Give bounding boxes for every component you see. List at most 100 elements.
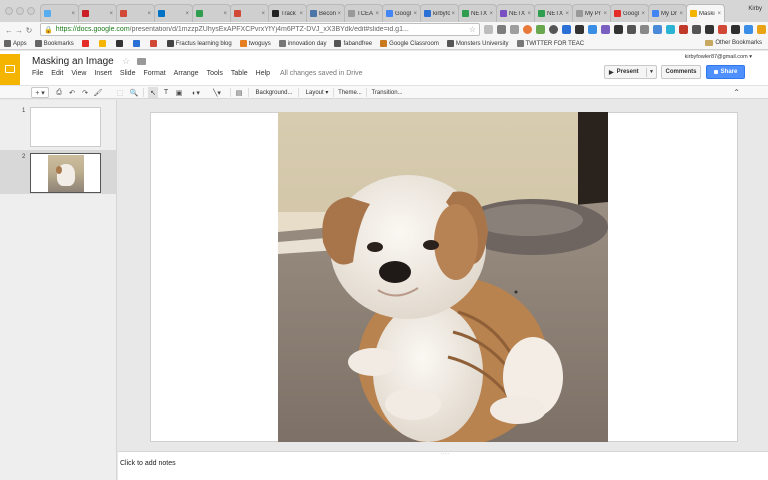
- close-tab-icon[interactable]: ×: [375, 11, 379, 17]
- slide-thumbnail-2[interactable]: 2: [0, 150, 117, 194]
- browser-tab[interactable]: TCEA ×: [344, 4, 383, 22]
- browser-tab[interactable]: ×: [116, 4, 155, 22]
- slide-thumbnail-1[interactable]: 1: [0, 104, 117, 148]
- zoom-window-button[interactable]: [27, 7, 35, 15]
- extension-icon[interactable]: [484, 25, 493, 34]
- menu-help[interactable]: Help: [256, 70, 270, 77]
- extension-icon[interactable]: [497, 25, 506, 34]
- zoom-fit-icon[interactable]: ⬚: [114, 87, 126, 98]
- resize-handle-icon[interactable]: ·····: [441, 451, 449, 457]
- star-icon[interactable]: ☆: [122, 56, 130, 67]
- extension-icon[interactable]: [536, 25, 545, 34]
- extension-icon[interactable]: [757, 25, 766, 34]
- bookmark-item[interactable]: fabandfree: [334, 40, 372, 47]
- address-bar[interactable]: 🔒 https://docs.google.com /presentation/…: [40, 23, 480, 36]
- bookmark-item[interactable]: [98, 40, 108, 47]
- close-tab-icon[interactable]: ×: [261, 11, 265, 17]
- menu-tools[interactable]: Tools: [207, 70, 223, 77]
- paint-format-icon[interactable]: 🖌: [93, 87, 103, 98]
- extension-icon[interactable]: [653, 25, 662, 34]
- extension-icon[interactable]: [718, 25, 727, 34]
- browser-tab[interactable]: ×: [154, 4, 193, 22]
- menu-arrange[interactable]: Arrange: [174, 70, 199, 77]
- bookmark-item[interactable]: innovation day: [278, 40, 326, 47]
- close-tab-icon[interactable]: ×: [147, 11, 151, 17]
- browser-tab[interactable]: ×: [192, 4, 231, 22]
- zoom-icon[interactable]: 🔍: [129, 87, 139, 98]
- image-icon[interactable]: ▣: [174, 87, 184, 98]
- menu-insert[interactable]: Insert: [94, 70, 112, 77]
- extension-icon[interactable]: [549, 25, 558, 34]
- browser-tab[interactable]: Googl ×: [610, 4, 649, 22]
- browser-tab[interactable]: kirbyfo ×: [420, 4, 459, 22]
- move-to-folder-icon[interactable]: [137, 58, 146, 65]
- layout-button[interactable]: Layout ▾: [302, 87, 332, 98]
- background-button[interactable]: Background...: [253, 87, 295, 98]
- close-tab-icon[interactable]: ×: [185, 11, 189, 17]
- extension-icon[interactable]: [562, 25, 571, 34]
- menu-slide[interactable]: Slide: [120, 70, 136, 77]
- share-button[interactable]: Share: [706, 65, 745, 79]
- close-tab-icon[interactable]: ×: [451, 11, 455, 17]
- select-cursor-icon[interactable]: ↖: [148, 87, 158, 98]
- transition-button[interactable]: Transition...: [369, 87, 405, 98]
- browser-tab[interactable]: NETX ×: [458, 4, 497, 22]
- bookmark-item[interactable]: TWITTER FOR TEAC: [516, 40, 584, 47]
- comment-icon[interactable]: ▤: [234, 87, 244, 98]
- bookmark-item[interactable]: Apps: [4, 40, 27, 47]
- menu-file[interactable]: File: [32, 70, 43, 77]
- new-slide-button[interactable]: + ▾: [31, 87, 49, 98]
- bookmark-item[interactable]: [81, 40, 91, 47]
- extension-icon[interactable]: [731, 25, 740, 34]
- theme-button[interactable]: Theme...: [336, 87, 364, 98]
- extension-icon[interactable]: [614, 25, 623, 34]
- close-tab-icon[interactable]: ×: [641, 11, 645, 17]
- browser-user-name[interactable]: Kirby: [748, 6, 762, 12]
- menu-table[interactable]: Table: [231, 70, 248, 77]
- bookmark-star-icon[interactable]: ☆: [469, 25, 476, 34]
- browser-tab[interactable]: ×: [78, 4, 117, 22]
- browser-tab[interactable]: Becon ×: [306, 4, 345, 22]
- comments-button[interactable]: Comments: [661, 65, 701, 79]
- close-tab-icon[interactable]: ×: [565, 11, 569, 17]
- browser-tab[interactable]: ×: [40, 4, 79, 22]
- close-tab-icon[interactable]: ×: [299, 11, 303, 17]
- line-icon[interactable]: ╲▾: [208, 87, 226, 98]
- close-tab-icon[interactable]: ×: [337, 11, 341, 17]
- present-button[interactable]: ▶ Present ▼: [604, 65, 657, 79]
- reload-icon[interactable]: ↻: [24, 26, 34, 35]
- menu-edit[interactable]: Edit: [51, 70, 63, 77]
- bulldog-puppy-image[interactable]: [278, 112, 608, 442]
- undo-icon[interactable]: ↶: [67, 87, 77, 98]
- notes-placeholder[interactable]: Click to add notes: [120, 460, 176, 467]
- slides-logo-icon[interactable]: [0, 54, 20, 86]
- browser-tab[interactable]: ×: [230, 4, 269, 22]
- extension-icon[interactable]: [588, 25, 597, 34]
- browser-tab[interactable]: My Pr ×: [572, 4, 611, 22]
- extension-icon[interactable]: [601, 25, 610, 34]
- minimize-window-button[interactable]: [16, 7, 24, 15]
- presentation-title[interactable]: Masking an Image: [32, 56, 114, 67]
- extension-icon[interactable]: [744, 25, 753, 34]
- close-tab-icon[interactable]: ×: [527, 11, 531, 17]
- extension-icon[interactable]: [640, 25, 649, 34]
- browser-tab[interactable]: My Dr ×: [648, 4, 687, 22]
- back-icon[interactable]: ←: [4, 26, 14, 35]
- bookmark-item[interactable]: [115, 40, 125, 47]
- extension-icon[interactable]: [705, 25, 714, 34]
- bookmark-item[interactable]: twoguys: [239, 40, 271, 47]
- menu-format[interactable]: Format: [143, 70, 165, 77]
- extension-icon[interactable]: [666, 25, 675, 34]
- extension-icon[interactable]: [575, 25, 584, 34]
- close-tab-icon[interactable]: ×: [489, 11, 493, 17]
- extension-icon[interactable]: [510, 25, 519, 34]
- bookmark-item[interactable]: Monsters University: [446, 40, 509, 47]
- browser-tab[interactable]: Track ×: [268, 4, 307, 22]
- close-tab-icon[interactable]: ×: [603, 11, 607, 17]
- text-box-icon[interactable]: T: [161, 87, 171, 98]
- browser-tab[interactable]: NETX ×: [534, 4, 573, 22]
- bookmark-item[interactable]: [149, 40, 159, 47]
- close-tab-icon[interactable]: ×: [109, 11, 113, 17]
- print-icon[interactable]: ⎙: [54, 87, 64, 98]
- bookmark-item[interactable]: Fractus learning blog: [166, 40, 232, 47]
